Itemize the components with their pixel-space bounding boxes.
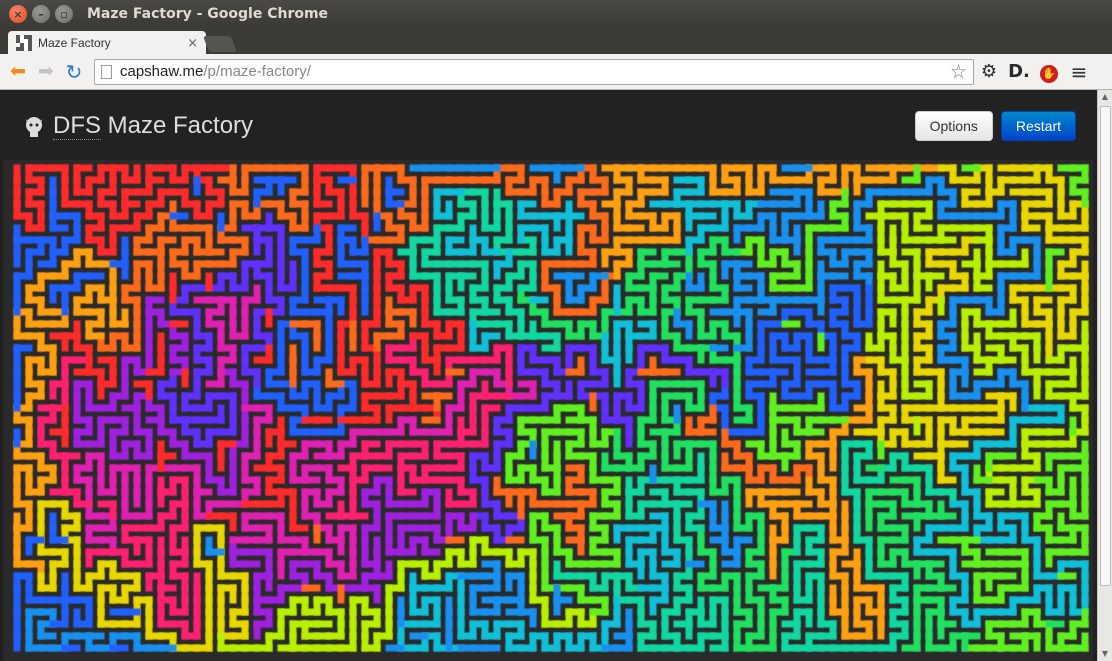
back-arrow-icon[interactable]: ⬅	[4, 62, 32, 81]
maze-canvas[interactable]	[3, 160, 1093, 661]
app-title: DFS Maze Factory	[53, 112, 253, 140]
url-host: capshaw.me	[120, 63, 204, 80]
new-tab-button[interactable]	[203, 36, 237, 52]
page-content: DFS Maze Factory Options Restart	[0, 90, 1097, 661]
tab-strip: Maze Factory ×	[0, 28, 1112, 55]
address-bar[interactable]: capshaw.me /p/maze-factory/ ☆	[94, 58, 974, 85]
maze-favicon-icon	[16, 35, 32, 51]
tab-maze-factory[interactable]: Maze Factory ×	[8, 31, 206, 55]
scroll-up-arrow-icon[interactable]: ▲	[1098, 90, 1112, 104]
header-buttons: Options Restart	[914, 111, 1076, 141]
chrome-menu-icon[interactable]: ≡	[1064, 60, 1094, 84]
octocat-icon	[26, 117, 42, 137]
maze-canvas-container	[3, 160, 1093, 661]
tab-close-icon[interactable]: ×	[187, 36, 198, 51]
title-rest: Maze Factory	[101, 112, 254, 139]
stop-hand-icon: ✋	[1040, 64, 1058, 83]
app-header: DFS Maze Factory Options Restart	[0, 90, 1097, 162]
window-minimize-button[interactable]: –	[32, 5, 50, 23]
window-maximize-button[interactable]: ▫	[55, 5, 73, 23]
scroll-down-arrow-icon[interactable]: ▼	[1098, 647, 1112, 661]
extension-d-icon[interactable]: D.	[1004, 61, 1034, 82]
restart-button[interactable]: Restart	[1000, 111, 1076, 141]
forward-arrow-icon[interactable]: ➡	[32, 62, 60, 81]
window-close-button[interactable]: ×	[9, 5, 27, 23]
url-path: /p/maze-factory/	[203, 63, 311, 80]
browser-toolbar: ⬅ ➡ ↻ capshaw.me /p/maze-factory/ ☆ ⚙ D.…	[0, 54, 1112, 90]
window-controls: × – ▫	[9, 5, 73, 23]
page-icon	[101, 64, 112, 79]
bookmark-star-icon[interactable]: ☆	[950, 61, 967, 83]
scrollbar-thumb[interactable]	[1100, 106, 1111, 586]
window-titlebar: × – ▫ Maze Factory - Google Chrome	[0, 0, 1112, 28]
window-title: Maze Factory - Google Chrome	[87, 6, 329, 22]
reload-icon[interactable]: ↻	[60, 62, 88, 82]
gear-icon[interactable]: ⚙	[974, 61, 1004, 82]
options-button[interactable]: Options	[914, 111, 993, 141]
stop-hand-extension-icon[interactable]: ✋	[1034, 61, 1064, 83]
vertical-scrollbar[interactable]: ▲ ▼	[1097, 90, 1112, 661]
tab-label: Maze Factory	[38, 36, 111, 50]
title-abbr: DFS	[53, 112, 101, 140]
